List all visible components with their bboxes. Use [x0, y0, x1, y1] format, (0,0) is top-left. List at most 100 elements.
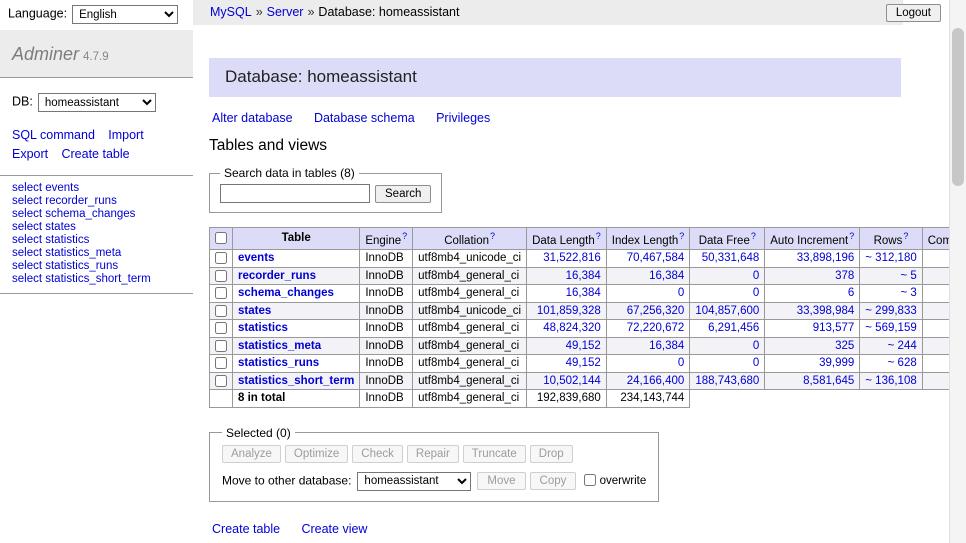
row-checkbox[interactable] — [215, 357, 227, 369]
data-free-link[interactable]: 0 — [753, 357, 759, 369]
data-free-link[interactable]: 0 — [753, 270, 759, 282]
bottom-create-view-link[interactable]: Create view — [301, 522, 367, 536]
rows-link[interactable]: ~ 5 — [900, 270, 916, 282]
auto-increment-link[interactable]: 6 — [848, 287, 854, 299]
breadcrumb-mysql-link[interactable]: MySQL — [210, 5, 252, 19]
index-length-link[interactable]: 0 — [678, 357, 684, 369]
auto-increment-help-icon[interactable]: ? — [849, 235, 854, 247]
logout-button[interactable]: Logout — [886, 4, 941, 22]
index-length-link[interactable]: 24,166,400 — [627, 375, 685, 387]
auto-increment-link[interactable]: 39,999 — [819, 357, 854, 369]
data-length-link[interactable]: 48,824,320 — [543, 322, 601, 334]
table-link-statistics-runs[interactable]: statistics_runs — [238, 357, 319, 369]
table-link-events[interactable]: events — [238, 252, 274, 264]
data-free-help-icon[interactable]: ? — [751, 235, 756, 247]
auto-increment-link[interactable]: 378 — [835, 270, 854, 282]
database-schema-link[interactable]: Database schema — [314, 111, 415, 125]
language-select[interactable]: English — [72, 5, 178, 24]
column-label: Rows — [874, 235, 903, 247]
index-length-help-icon[interactable]: ? — [679, 235, 684, 247]
engine-help-icon[interactable]: ? — [402, 235, 407, 247]
data-length-link[interactable]: 101,859,328 — [537, 305, 601, 317]
index-length-link[interactable]: 72,220,672 — [627, 322, 685, 334]
data-length-link[interactable]: 10,502,144 — [543, 375, 601, 387]
selected-fieldset: Selected (0) AnalyzeOptimizeCheckRepairT… — [209, 426, 659, 502]
index-length-link[interactable]: 16,384 — [649, 270, 684, 282]
sidebar-select-statistics-link[interactable]: select statistics — [12, 234, 89, 246]
rows-link[interactable]: ~ 628 — [888, 357, 917, 369]
row-checkbox[interactable] — [215, 287, 227, 299]
auto-increment-link[interactable]: 33,898,196 — [797, 252, 855, 264]
row-checkbox[interactable] — [215, 340, 227, 352]
search-input[interactable] — [220, 184, 370, 203]
privileges-link[interactable]: Privileges — [436, 111, 490, 125]
rows-link[interactable]: ~ 299,833 — [865, 305, 916, 317]
row-checkbox[interactable] — [215, 252, 227, 264]
row-checkbox[interactable] — [215, 322, 227, 334]
index-length-link[interactable]: 67,256,320 — [627, 305, 685, 317]
breadcrumb-server-link[interactable]: Server — [267, 5, 304, 19]
auto-increment-link[interactable]: 8,581,645 — [803, 375, 854, 387]
data-length-link[interactable]: 49,152 — [566, 340, 601, 352]
rows-link[interactable]: ~ 136,108 — [865, 375, 916, 387]
scrollbar-thumb[interactable] — [952, 28, 964, 186]
table-link-statistics-meta[interactable]: statistics_meta — [238, 340, 321, 352]
data-length-link[interactable]: 16,384 — [566, 270, 601, 282]
data-free-link[interactable]: 50,331,648 — [702, 252, 760, 264]
data-free-link[interactable]: 0 — [753, 340, 759, 352]
row-select-cell — [210, 302, 233, 320]
move-db-select[interactable]: homeassistant — [357, 472, 471, 491]
auto-increment-link[interactable]: 325 — [835, 340, 854, 352]
rows-help-icon[interactable]: ? — [903, 235, 908, 247]
sidebar-sql-command-link[interactable]: SQL command — [12, 128, 95, 142]
table-name-cell: schema_changes — [233, 285, 360, 303]
rows-link[interactable]: ~ 3 — [900, 287, 916, 299]
data-length-link[interactable]: 49,152 — [566, 357, 601, 369]
alter-database-link[interactable]: Alter database — [212, 111, 293, 125]
data-length-cell: 49,152 — [527, 355, 607, 373]
auto-increment-link[interactable]: 913,577 — [813, 322, 855, 334]
rows-link[interactable]: ~ 569,159 — [865, 322, 916, 334]
search-button[interactable]: Search — [375, 185, 431, 203]
row-checkbox[interactable] — [215, 305, 227, 317]
row-checkbox[interactable] — [215, 375, 227, 387]
data-length-link[interactable]: 31,522,816 — [543, 252, 601, 264]
bottom-create-table-link[interactable]: Create table — [212, 522, 280, 536]
collation-help-icon[interactable]: ? — [490, 235, 495, 247]
sidebar-create-table-link[interactable]: Create table — [61, 147, 129, 161]
sidebar-export-link[interactable]: Export — [12, 147, 48, 161]
data-free-link[interactable]: 0 — [753, 287, 759, 299]
table-link-statistics[interactable]: statistics — [238, 322, 288, 334]
sidebar-select-schema-changes-link[interactable]: select schema_changes — [12, 208, 135, 220]
rows-link[interactable]: ~ 244 — [888, 340, 917, 352]
index-length-link[interactable]: 70,467,584 — [627, 252, 685, 264]
sidebar-select-events-link[interactable]: select events — [12, 182, 79, 194]
sidebar-select-statistics-meta-link[interactable]: select statistics_meta — [12, 247, 121, 259]
overwrite-checkbox[interactable] — [584, 474, 596, 486]
data-free-link[interactable]: 104,857,600 — [695, 305, 759, 317]
table-link-states[interactable]: states — [238, 305, 271, 317]
row-checkbox[interactable] — [215, 270, 227, 282]
app-name-link[interactable]: Adminer — [12, 44, 79, 64]
analyze-button: Analyze — [222, 445, 281, 463]
vertical-scrollbar[interactable] — [949, 0, 966, 543]
sidebar-select-statistics-short-term-link[interactable]: select statistics_short_term — [12, 273, 151, 285]
auto-increment-link[interactable]: 33,398,984 — [797, 305, 855, 317]
rows-link[interactable]: ~ 312,180 — [865, 252, 916, 264]
sidebar-import-link[interactable]: Import — [108, 128, 143, 142]
sidebar-select-statistics-runs-link[interactable]: select statistics_runs — [12, 260, 118, 272]
data-length-help-icon[interactable]: ? — [596, 235, 601, 247]
data-free-link[interactable]: 6,291,456 — [708, 322, 759, 334]
data-length-link[interactable]: 16,384 — [566, 287, 601, 299]
table-link-schema-changes[interactable]: schema_changes — [238, 287, 334, 299]
sidebar-select-states-link[interactable]: select states — [12, 221, 76, 233]
index-length-link[interactable]: 16,384 — [649, 340, 684, 352]
select-all-checkbox[interactable] — [215, 232, 227, 244]
sidebar-select-recorder-runs-link[interactable]: select recorder_runs — [12, 195, 117, 207]
index-length-link[interactable]: 0 — [678, 287, 684, 299]
table-link-recorder-runs[interactable]: recorder_runs — [238, 270, 316, 282]
table-link-statistics-short-term[interactable]: statistics_short_term — [238, 375, 354, 387]
column-label: Index Length — [612, 235, 679, 247]
data-free-link[interactable]: 188,743,680 — [695, 375, 759, 387]
db-select[interactable]: homeassistant — [38, 93, 156, 112]
